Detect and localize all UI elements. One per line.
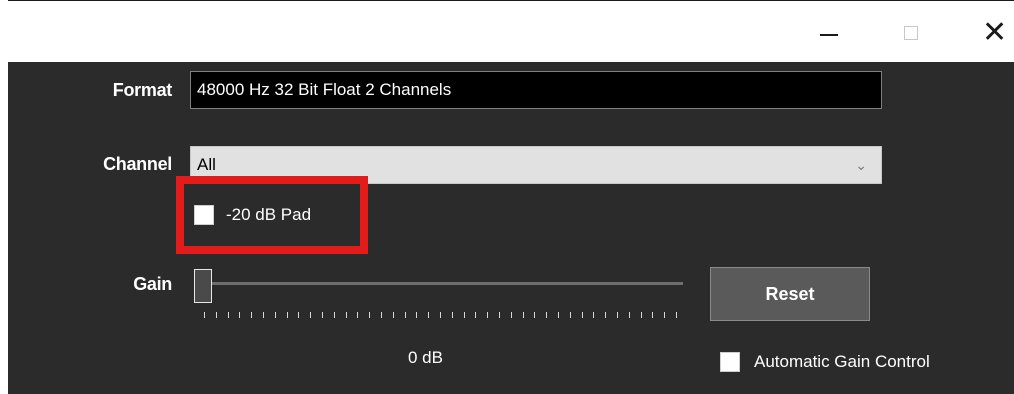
agc-checkbox[interactable]	[720, 352, 740, 372]
close-button[interactable]: ✕	[976, 15, 1012, 50]
gain-slider-tick	[416, 312, 418, 318]
chevron-down-icon: ⌄	[855, 157, 867, 173]
gain-slider-thumb[interactable]	[194, 269, 212, 303]
gain-slider-tick	[263, 312, 264, 318]
format-label: Format	[112, 80, 173, 100]
minimize-button[interactable]	[812, 19, 848, 49]
gain-slider-tick	[475, 312, 477, 318]
gain-slider-tick	[451, 312, 453, 318]
gain-slider-tick	[522, 312, 524, 318]
gain-slider-tick	[676, 312, 677, 318]
maximize-icon	[904, 26, 918, 40]
reset-button[interactable]: Reset	[710, 267, 870, 321]
gain-slider-tick	[617, 312, 618, 318]
gain-slider-tick	[333, 312, 335, 318]
gain-slider-tick	[664, 312, 666, 318]
gain-slider-tick	[487, 312, 489, 318]
gain-slider-tick	[204, 312, 205, 318]
gain-slider-tick	[581, 312, 583, 318]
gain-slider-track[interactable]	[198, 282, 683, 285]
format-field: 48000 Hz 32 Bit Float 2 Channels	[190, 71, 882, 109]
gain-slider-tick	[298, 312, 300, 318]
gain-slider-tick	[546, 312, 548, 318]
gain-slider-tick	[274, 312, 276, 318]
gain-slider-tick	[404, 312, 406, 318]
gain-slider-tick	[227, 312, 229, 318]
gain-slider-tick	[322, 312, 323, 318]
channel-label: Channel	[103, 154, 172, 174]
gain-slider-tick	[534, 312, 536, 318]
gain-label: Gain	[133, 274, 172, 294]
gain-slider-tick	[215, 312, 217, 318]
channel-selected-value: All	[197, 155, 216, 174]
agc-checkbox-label: Automatic Gain Control	[754, 352, 930, 371]
minimize-icon	[820, 34, 838, 36]
gain-slider-tick	[239, 312, 241, 318]
gain-slider-tick	[463, 312, 465, 318]
gain-slider-tick	[652, 312, 654, 318]
gain-slider-tick	[369, 312, 371, 318]
gain-slider-tick	[392, 312, 394, 318]
gain-slider-tick	[345, 312, 347, 318]
pad-checkbox-label: -20 dB Pad	[226, 205, 312, 224]
gain-slider-tick	[640, 312, 642, 318]
gain-slider-tick	[499, 312, 500, 318]
gain-slider-tick	[310, 312, 312, 318]
gain-slider-tick	[286, 312, 288, 318]
gain-value: 0 dB	[408, 348, 443, 367]
maximize-button[interactable]	[894, 19, 930, 49]
gain-slider-tick	[593, 312, 595, 318]
gain-slider-tick	[569, 312, 571, 318]
audio-settings-panel: Format 48000 Hz 32 Bit Float 2 Channels …	[8, 62, 1014, 394]
close-icon: ✕	[982, 15, 1008, 50]
gain-slider-tick	[510, 312, 512, 318]
window-titlebar: ✕	[8, 0, 1014, 63]
gain-slider-tick	[558, 312, 559, 318]
gain-slider-tick	[428, 312, 430, 318]
gain-slider-tick	[440, 312, 441, 318]
gain-slider-tick	[605, 312, 607, 318]
gain-slider-tick	[357, 312, 359, 318]
pad-checkbox[interactable]	[194, 205, 214, 225]
gain-slider-tick	[251, 312, 253, 318]
gain-slider-tick	[381, 312, 382, 318]
gain-slider-tick	[628, 312, 630, 318]
